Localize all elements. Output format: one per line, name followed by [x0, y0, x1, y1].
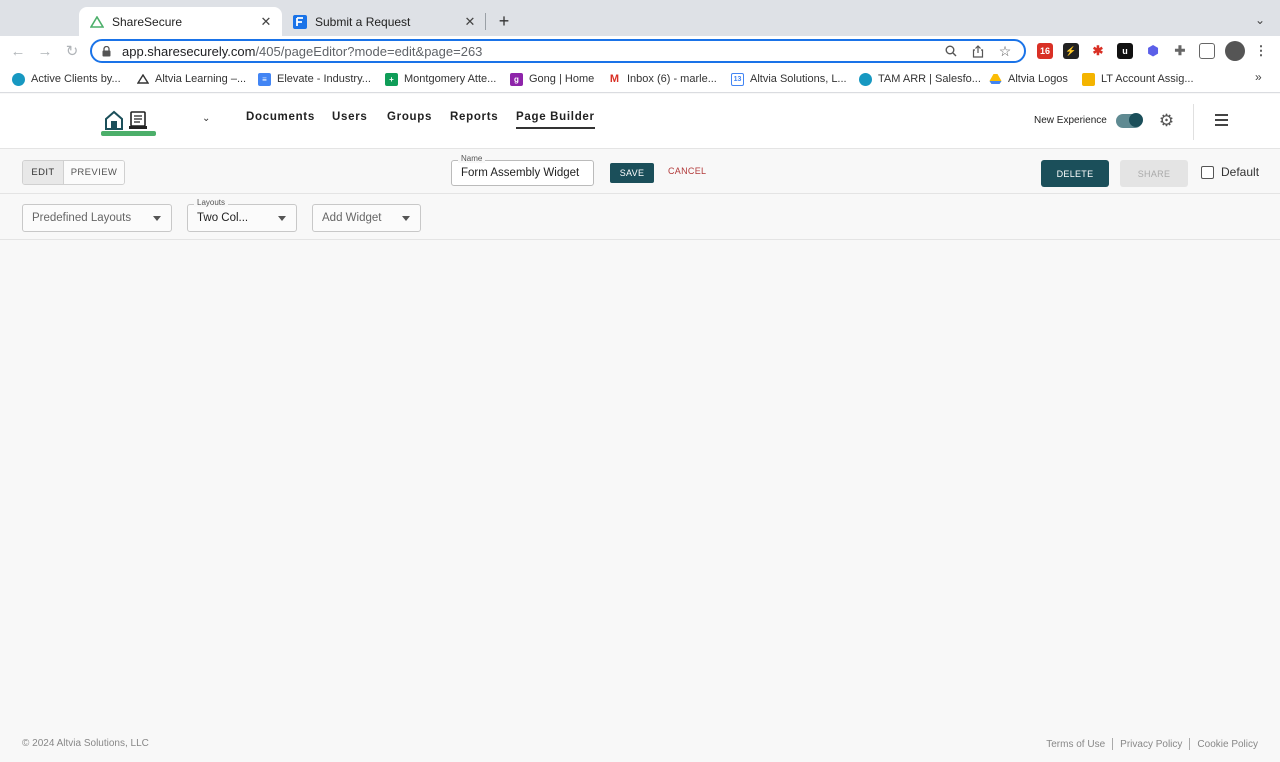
altvia-icon — [136, 72, 149, 86]
preview-mode-button[interactable]: PREVIEW — [64, 161, 124, 184]
app-header: ⌄ Documents Users Groups Reports Page Bu… — [0, 94, 1280, 149]
privacy-policy-link[interactable]: Privacy Policy — [1120, 739, 1182, 750]
drive-icon — [989, 72, 1002, 86]
bookmark-item[interactable]: LT Account Assig... — [1082, 71, 1194, 87]
u-ext-icon[interactable]: u — [1117, 43, 1133, 59]
footer-separator — [1112, 738, 1114, 750]
share-icon[interactable] — [970, 43, 986, 59]
url-text[interactable]: app.sharesecurely.com/405/pageEditor?mod… — [122, 44, 943, 59]
logo-underline — [101, 131, 156, 136]
sidepanel-icon[interactable] — [1199, 43, 1215, 59]
layouts-value: Two Col... — [197, 212, 249, 224]
back-arrow-icon[interactable]: ← — [9, 42, 27, 60]
dropdown-caret-icon — [153, 216, 161, 221]
nav-page-builder[interactable]: Page Builder — [516, 111, 595, 129]
browser-toolbar: ← → ↻ app.sharesecurely.com/405/pageEdit… — [0, 36, 1280, 66]
bookmark-item[interactable]: Altvia Logos — [989, 71, 1068, 87]
nav-groups[interactable]: Groups — [387, 111, 432, 123]
sheets-icon: + — [385, 72, 398, 86]
dropdown-caret-icon — [402, 216, 410, 221]
mode-toggle: EDIT PREVIEW — [22, 160, 125, 185]
dropdown-caret-icon — [278, 216, 286, 221]
new-experience-label: New Experience — [1034, 115, 1107, 126]
toggle-knob — [1129, 113, 1143, 127]
footer-copyright: © 2024 Altvia Solutions, LLC — [22, 738, 149, 749]
profile-avatar-icon[interactable] — [1225, 41, 1245, 61]
default-checkbox[interactable] — [1201, 166, 1214, 179]
page-name-field[interactable]: Name Form Assembly Widget — [451, 154, 594, 186]
tab-submit-request[interactable]: Submit a Request ✕ — [284, 7, 486, 36]
bookmarks-bar: Active Clients by... Altvia Learning –..… — [0, 66, 1280, 93]
chevron-down-icon[interactable]: ⌄ — [202, 113, 210, 124]
predefined-layouts-select[interactable]: Predefined Layouts — [22, 204, 172, 232]
add-widget-select[interactable]: Add Widget — [312, 204, 421, 232]
header-divider — [1193, 104, 1194, 140]
shield-ext-icon[interactable]: ⬢ — [1145, 43, 1161, 59]
name-field-value[interactable]: Form Assembly Widget — [461, 167, 579, 179]
predefined-layouts-value: Predefined Layouts — [32, 212, 132, 224]
gear-icon[interactable]: ⚙ — [1158, 111, 1175, 130]
name-field-label: Name — [458, 154, 486, 163]
bookmark-item[interactable]: Altvia Learning –... — [136, 71, 246, 87]
formassembly-icon — [293, 14, 307, 29]
share-button[interactable]: SHARE — [1120, 160, 1188, 187]
nav-documents[interactable]: Documents — [246, 111, 315, 123]
forward-arrow-icon[interactable]: → — [36, 42, 54, 60]
bookmark-item[interactable]: M Inbox (6) - marle... — [608, 71, 717, 87]
bookmark-item[interactable]: ≡ Elevate - Industry... — [258, 71, 371, 87]
close-tab-icon[interactable]: ✕ — [462, 14, 478, 30]
puzzle-extensions-icon[interactable]: ✚ — [1172, 43, 1188, 59]
slides-icon — [1082, 72, 1095, 86]
footer-separator — [1189, 738, 1191, 750]
default-checkbox-label: Default — [1221, 165, 1260, 179]
lightning-ext-icon[interactable]: ⚡ — [1063, 43, 1079, 59]
tab-sharesecure[interactable]: ShareSecure ✕ — [79, 7, 282, 36]
bookmark-item[interactable]: g Gong | Home — [510, 71, 594, 87]
nav-reports[interactable]: Reports — [450, 111, 498, 123]
salesforce-icon — [859, 72, 872, 86]
kebab-menu-icon[interactable]: ⋮ — [1253, 43, 1269, 59]
tab-title: Submit a Request — [315, 14, 411, 29]
nav-users[interactable]: Users — [332, 111, 367, 123]
tab-separator — [485, 13, 486, 30]
bookmark-star-icon[interactable]: ☆ — [997, 43, 1013, 59]
new-experience-toggle[interactable] — [1116, 113, 1143, 128]
zoom-icon[interactable] — [943, 43, 959, 59]
sharesecure-icon — [90, 15, 104, 29]
address-bar[interactable]: app.sharesecurely.com/405/pageEditor?mod… — [90, 39, 1026, 63]
bookmark-item[interactable]: TAM ARR | Salesfo... — [859, 71, 981, 87]
delete-button[interactable]: DELETE — [1041, 160, 1109, 187]
tab-title: ShareSecure — [112, 14, 183, 29]
gong-icon: g — [510, 72, 523, 86]
layouts-label: Layouts — [194, 198, 229, 207]
edit-mode-button[interactable]: EDIT — [23, 161, 64, 184]
docs-icon: ≡ — [258, 72, 271, 86]
tab-search-chevron-icon[interactable]: ⌄ — [1252, 12, 1268, 28]
cookie-policy-link[interactable]: Cookie Policy — [1197, 739, 1258, 750]
add-widget-value: Add Widget — [322, 212, 382, 224]
toolbar-divider — [0, 239, 1280, 240]
gmail-icon: M — [608, 72, 621, 86]
footer-links: Terms of Use Privacy Policy Cookie Polic… — [1046, 738, 1258, 750]
hamburger-menu-icon[interactable] — [1213, 113, 1230, 127]
mail-badge-ext-icon[interactable]: 16 — [1037, 43, 1053, 59]
save-button[interactable]: SAVE — [610, 163, 654, 183]
close-tab-icon[interactable]: ✕ — [258, 14, 274, 30]
lock-icon — [102, 45, 114, 57]
terms-of-use-link[interactable]: Terms of Use — [1046, 739, 1105, 750]
calendar-icon: 13 — [731, 72, 744, 86]
cancel-button[interactable]: CANCEL — [668, 166, 706, 176]
bookmark-item[interactable]: + Montgomery Atte... — [385, 71, 496, 87]
bookmark-item[interactable]: 13 Altvia Solutions, L... — [731, 71, 847, 87]
reload-icon[interactable]: ↻ — [63, 42, 81, 60]
asterisk-ext-icon[interactable]: ✱ — [1090, 43, 1106, 59]
layouts-select[interactable]: Layouts Two Col... — [187, 198, 297, 232]
bookmark-item[interactable]: Active Clients by... — [12, 71, 121, 87]
salesforce-icon — [12, 72, 25, 86]
browser-tabstrip: ShareSecure ✕ Submit a Request ✕ + ⌄ — [0, 0, 1280, 36]
more-bookmarks-icon[interactable]: » — [1255, 70, 1262, 84]
new-tab-icon[interactable]: + — [494, 11, 514, 31]
editor-toolbar: EDIT PREVIEW Name Form Assembly Widget S… — [0, 150, 1280, 194]
